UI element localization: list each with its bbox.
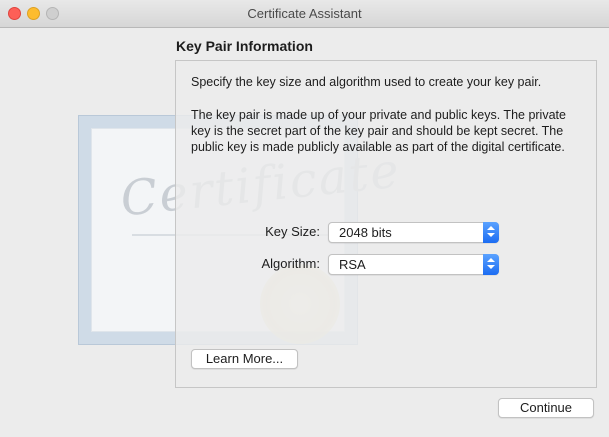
window-title: Certificate Assistant [247,6,362,21]
key-size-chevron-icon[interactable] [483,222,499,243]
key-size-select[interactable]: 2048 bits [328,222,499,243]
content-panel: Specify the key size and algorithm used … [175,60,597,388]
algorithm-value: RSA [339,257,366,272]
key-size-label: Key Size: [265,224,320,239]
continue-button[interactable]: Continue [498,398,594,418]
learn-more-button[interactable]: Learn More... [191,349,298,369]
algorithm-select[interactable]: RSA [328,254,499,275]
description-text: The key pair is made up of your private … [191,108,566,154]
algorithm-chevron-icon[interactable] [483,254,499,275]
key-size-value: 2048 bits [339,225,392,240]
section-title: Key Pair Information [176,38,313,54]
algorithm-label: Algorithm: [261,256,320,271]
intro-text: Specify the key size and algorithm used … [191,75,542,89]
title-bar: Certificate Assistant [0,0,609,28]
